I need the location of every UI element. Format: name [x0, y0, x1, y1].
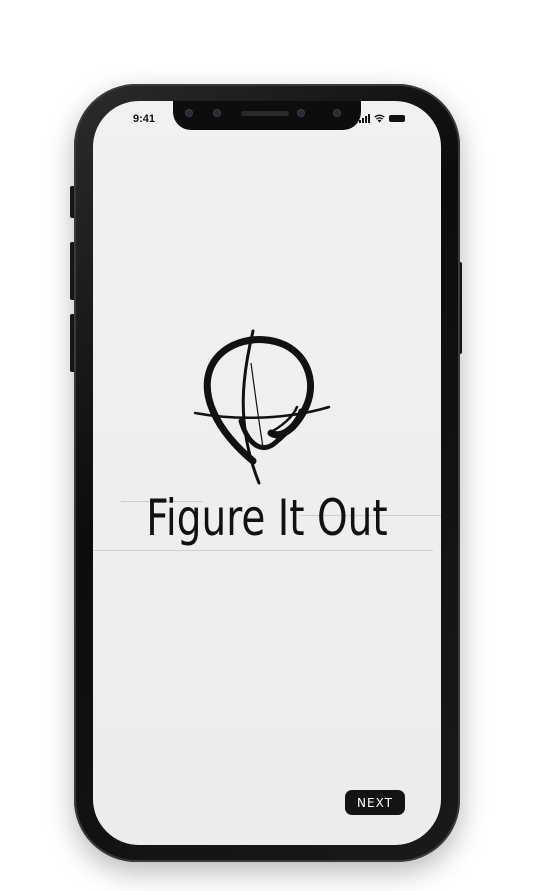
baseline-guide [93, 550, 433, 551]
status-icons [359, 113, 405, 123]
battery-icon [389, 115, 405, 122]
signal-icon [359, 113, 370, 123]
earpiece-speaker [241, 111, 289, 116]
sensor-dot [185, 109, 193, 117]
sensor-dot [297, 109, 305, 117]
wifi-icon [374, 114, 385, 123]
sensor-dot [333, 109, 341, 117]
notch [173, 101, 361, 130]
camera-dot [213, 109, 221, 117]
compass-pin-logo-icon [193, 329, 331, 485]
phone-screen: 9:41 Figure It Out NEXT [93, 101, 441, 845]
status-time: 9:41 [133, 113, 156, 125]
mockup-stage: 9:41 Figure It Out NEXT [0, 0, 550, 891]
app-title: Figure It Out [146, 489, 388, 547]
next-button[interactable]: NEXT [345, 790, 405, 815]
